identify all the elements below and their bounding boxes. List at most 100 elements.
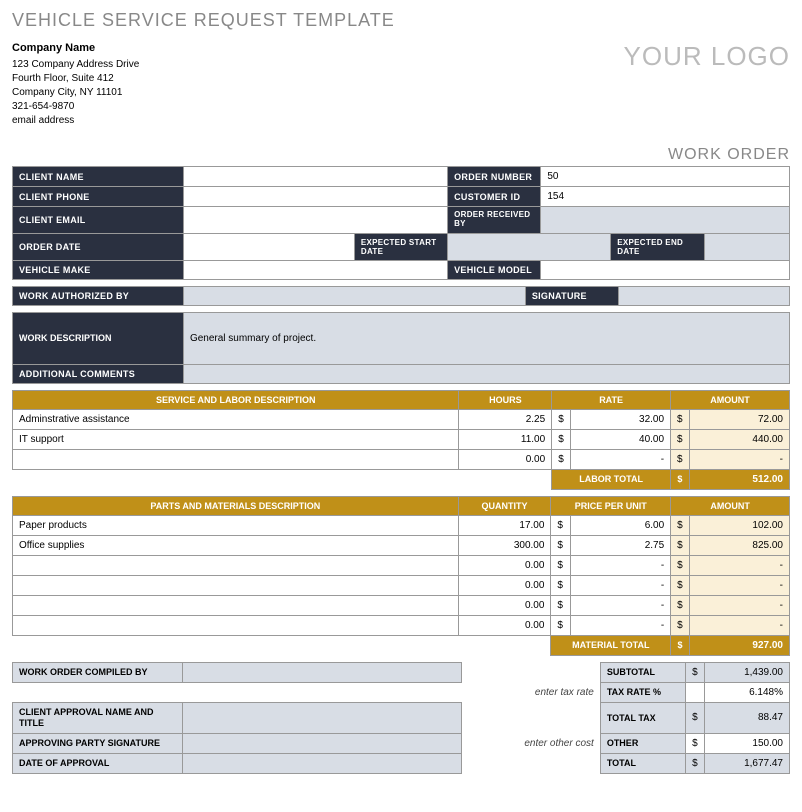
field-order-number[interactable]: 50 xyxy=(541,167,790,187)
parts-row: Paper products17.00$6.00$102.00 xyxy=(13,515,790,535)
parts-qty[interactable]: 0.00 xyxy=(458,575,551,595)
tax-rate-value[interactable]: 6.148% xyxy=(704,682,789,702)
label-compiled-by: WORK ORDER COMPILED BY xyxy=(13,662,183,682)
field-client-email[interactable] xyxy=(183,207,447,234)
field-customer-id[interactable]: 154 xyxy=(541,187,790,207)
service-amount-currency: $ xyxy=(671,429,690,449)
other-value[interactable]: 150.00 xyxy=(704,733,789,753)
field-vehicle-make[interactable] xyxy=(183,260,447,279)
parts-desc[interactable]: Office supplies xyxy=(13,535,459,555)
parts-desc[interactable] xyxy=(13,615,459,635)
labor-total-value: 512.00 xyxy=(689,469,789,489)
field-client-approval[interactable] xyxy=(183,702,461,733)
parts-ppu[interactable]: - xyxy=(571,595,671,615)
service-hours[interactable]: 2.25 xyxy=(459,409,552,429)
company-address-3: Company City, NY 11101 xyxy=(12,86,139,100)
label-subtotal: SUBTOTAL xyxy=(600,662,685,682)
parts-amount-currency: $ xyxy=(671,615,690,635)
label-expected-start: EXPECTED START DATE xyxy=(354,233,447,260)
field-expected-start[interactable] xyxy=(448,233,611,260)
service-desc[interactable]: IT support xyxy=(13,429,459,449)
field-date-approval[interactable] xyxy=(183,753,461,773)
total-tax-currency: $ xyxy=(686,702,705,733)
parts-row: Office supplies300.00$2.75$825.00 xyxy=(13,535,790,555)
parts-amount-currency: $ xyxy=(671,555,690,575)
desc-grid: WORK DESCRIPTION General summary of proj… xyxy=(12,312,790,384)
field-work-desc[interactable]: General summary of project. xyxy=(183,312,789,364)
field-signature[interactable] xyxy=(619,286,790,305)
service-desc[interactable]: Adminstrative assistance xyxy=(13,409,459,429)
total-value: 1,677.47 xyxy=(704,753,789,773)
parts-ppu-currency: $ xyxy=(551,575,571,595)
company-block: Company Name 123 Company Address Drive F… xyxy=(12,41,139,128)
parts-row: 0.00$-$- xyxy=(13,595,790,615)
work-order-label: WORK ORDER xyxy=(12,146,790,164)
service-desc[interactable] xyxy=(13,449,459,469)
parts-header-amount: AMOUNT xyxy=(671,496,790,515)
service-amount-currency: $ xyxy=(671,409,690,429)
label-vehicle-model: VEHICLE MODEL xyxy=(448,260,541,279)
page-title: VEHICLE SERVICE REQUEST TEMPLATE xyxy=(12,10,790,31)
parts-ppu[interactable]: 2.75 xyxy=(571,535,671,555)
field-additional-comments[interactable] xyxy=(183,364,789,383)
service-hours[interactable]: 0.00 xyxy=(459,449,552,469)
label-tax-rate: TAX RATE % xyxy=(600,682,685,702)
service-rate[interactable]: - xyxy=(570,449,670,469)
service-header-desc: SERVICE AND LABOR DESCRIPTION xyxy=(13,390,459,409)
field-expected-end[interactable] xyxy=(704,233,790,260)
service-rate[interactable]: 40.00 xyxy=(570,429,670,449)
parts-desc[interactable] xyxy=(13,555,459,575)
parts-desc[interactable] xyxy=(13,575,459,595)
subtotal-value: 1,439.00 xyxy=(704,662,789,682)
parts-desc[interactable]: Paper products xyxy=(13,515,459,535)
label-total: TOTAL xyxy=(600,753,685,773)
parts-header-qty: QUANTITY xyxy=(458,496,551,515)
material-total-currency: $ xyxy=(671,635,690,655)
label-work-auth: WORK AUTHORIZED BY xyxy=(13,286,184,305)
hint-other-cost: enter other cost xyxy=(461,733,600,753)
field-work-auth[interactable] xyxy=(183,286,525,305)
label-customer-id: CUSTOMER ID xyxy=(448,187,541,207)
field-compiled-by[interactable] xyxy=(183,662,461,682)
parts-qty[interactable]: 0.00 xyxy=(458,555,551,575)
field-client-name[interactable] xyxy=(183,167,447,187)
field-order-received-by[interactable] xyxy=(541,207,790,234)
parts-ppu[interactable]: 6.00 xyxy=(571,515,671,535)
auth-grid: WORK AUTHORIZED BY SIGNATURE xyxy=(12,286,790,306)
material-total-label: MATERIAL TOTAL xyxy=(551,635,671,655)
field-approving-sig[interactable] xyxy=(183,733,461,753)
service-row: Adminstrative assistance2.25$32.00$72.00 xyxy=(13,409,790,429)
parts-ppu[interactable]: - xyxy=(571,575,671,595)
service-row: 0.00$-$- xyxy=(13,449,790,469)
parts-amount-currency: $ xyxy=(671,515,690,535)
company-phone: 321-654-9870 xyxy=(12,100,139,114)
label-client-name: CLIENT NAME xyxy=(13,167,184,187)
service-rate[interactable]: 32.00 xyxy=(570,409,670,429)
parts-qty[interactable]: 17.00 xyxy=(458,515,551,535)
field-order-date[interactable] xyxy=(183,233,354,260)
service-row: IT support11.00$40.00$440.00 xyxy=(13,429,790,449)
field-client-phone[interactable] xyxy=(183,187,447,207)
parts-ppu[interactable]: - xyxy=(571,615,671,635)
company-address-2: Fourth Floor, Suite 412 xyxy=(12,72,139,86)
parts-amount-currency: $ xyxy=(671,575,690,595)
parts-qty[interactable]: 300.00 xyxy=(458,535,551,555)
service-header-rate: RATE xyxy=(552,390,671,409)
company-email: email address xyxy=(12,114,139,128)
service-amount-currency: $ xyxy=(671,449,690,469)
labor-total-label: LABOR TOTAL xyxy=(552,469,671,489)
service-hours[interactable]: 11.00 xyxy=(459,429,552,449)
parts-amount: 825.00 xyxy=(689,535,789,555)
parts-ppu-currency: $ xyxy=(551,555,571,575)
logo-placeholder: YOUR LOGO xyxy=(624,41,790,72)
parts-ppu[interactable]: - xyxy=(571,555,671,575)
material-total-value: 927.00 xyxy=(689,635,789,655)
field-vehicle-model[interactable] xyxy=(541,260,790,279)
parts-ppu-currency: $ xyxy=(551,515,571,535)
parts-amount: - xyxy=(689,555,789,575)
parts-qty[interactable]: 0.00 xyxy=(458,615,551,635)
parts-amount: 102.00 xyxy=(689,515,789,535)
parts-qty[interactable]: 0.00 xyxy=(458,595,551,615)
label-client-approval: CLIENT APPROVAL NAME AND TITLE xyxy=(13,702,183,733)
parts-desc[interactable] xyxy=(13,595,459,615)
